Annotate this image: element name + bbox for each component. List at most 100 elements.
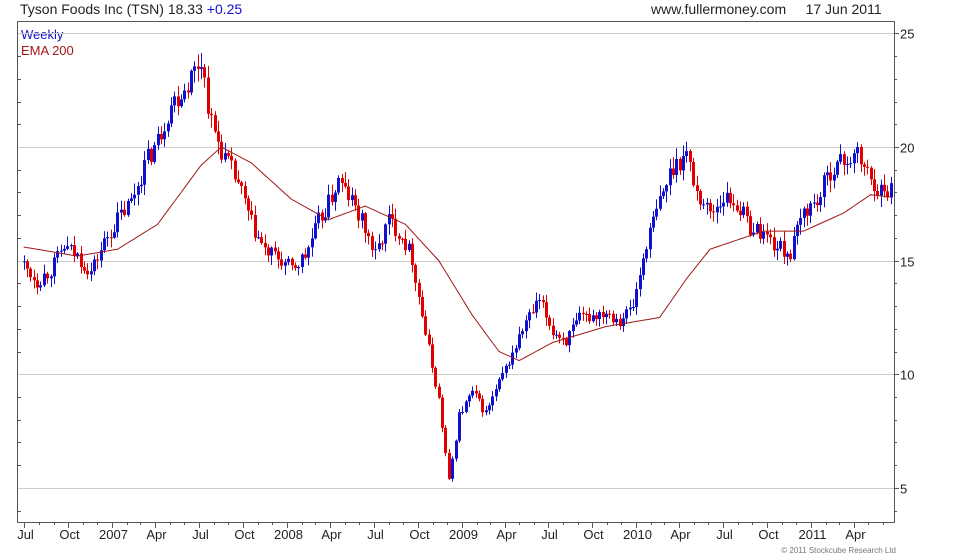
price-bar-body: [23, 261, 26, 263]
price-bar-body: [434, 367, 437, 387]
price-bar-body: [203, 67, 206, 78]
price-bar-body: [304, 254, 307, 258]
x-tick-label: Jul: [192, 527, 209, 542]
price-bar-body: [649, 227, 652, 250]
price-bar-body: [749, 216, 752, 235]
price-bar-body: [829, 172, 832, 181]
price-bar-body: [180, 99, 183, 107]
price-bar-body: [284, 262, 287, 266]
x-tick-label: Apr: [146, 527, 167, 542]
price-bar-body: [532, 312, 535, 314]
price-bar-body: [384, 224, 387, 244]
price-bar-body: [739, 210, 742, 216]
y-tick-label: 15: [900, 255, 914, 270]
price-bar-body: [183, 90, 186, 100]
price-bar-body: [860, 146, 863, 165]
price-bar-body: [374, 249, 377, 251]
price-bar-body: [602, 312, 605, 318]
price-bar-body: [234, 160, 237, 180]
price-bar-body: [361, 213, 364, 221]
price-bar-body: [863, 164, 866, 167]
price-bar-body: [43, 273, 46, 286]
price-bar-body: [147, 148, 150, 161]
price-bar-body: [685, 151, 688, 157]
price-bar-body: [257, 237, 260, 239]
price-bar-body: [836, 161, 839, 175]
price-bar-body: [729, 192, 732, 204]
price-bar-body: [726, 192, 729, 203]
y-axis: 5 10 15 20 25: [18, 27, 914, 512]
price-bar-body: [33, 277, 36, 281]
price-bar-body: [475, 390, 478, 394]
price-bar-body: [287, 258, 290, 263]
price-bar-body: [588, 313, 591, 322]
y-tick-label: 20: [900, 141, 914, 156]
x-tick-label: Apr: [670, 527, 691, 542]
price-bar-body: [190, 70, 193, 93]
price-bar-body: [267, 247, 270, 256]
price-bar-body: [635, 289, 638, 308]
price-bar-body: [548, 317, 551, 326]
price-bar-body: [448, 452, 451, 479]
price-bar-body: [625, 309, 628, 319]
price-bar-body: [244, 185, 247, 199]
price-bar-body: [53, 257, 56, 277]
price-bar-body: [371, 236, 374, 250]
price-bar-body: [508, 364, 511, 366]
price-bar-body: [843, 154, 846, 165]
price-bar-body: [438, 386, 441, 398]
price-bar-body: [421, 296, 424, 317]
x-tick-label: Apr: [321, 527, 342, 542]
price-bar-body: [773, 237, 776, 251]
price-bar-body: [783, 240, 786, 257]
price-bar-body: [716, 206, 719, 213]
price-bar-body: [73, 245, 76, 256]
price-bar-body: [481, 398, 484, 413]
x-tick-label: 2010: [623, 527, 652, 542]
price-bar-body: [110, 237, 113, 239]
price-bar-body: [719, 206, 722, 208]
x-tick-label: Oct: [59, 527, 80, 542]
price-bar-body: [411, 243, 414, 266]
price-bar-body: [595, 315, 598, 320]
price-bar-body: [177, 96, 180, 107]
price-bar-body: [116, 212, 119, 233]
grid-lines: [18, 33, 894, 489]
price-bar-body: [665, 185, 668, 192]
price-bar-body: [826, 172, 829, 176]
x-tick-label: Jul: [367, 527, 384, 542]
price-bar-body: [662, 191, 665, 197]
price-bar-body: [394, 218, 397, 236]
price-bar-body: [347, 186, 350, 201]
price-bar-body: [839, 154, 842, 162]
price-bar-body: [331, 194, 334, 202]
price-bar-body: [672, 168, 675, 176]
price-bar-body: [679, 158, 682, 171]
price-bar-body: [307, 247, 310, 258]
price-bar-body: [709, 202, 712, 212]
price-bar-body: [297, 266, 300, 269]
price-bar-body: [582, 312, 585, 314]
price-bar-body: [659, 196, 662, 209]
price-bar-body: [692, 161, 695, 186]
price-bar-body: [280, 259, 283, 266]
price-bar-body: [404, 238, 407, 251]
price-bar-body: [605, 313, 608, 318]
price-bar-body: [197, 66, 200, 69]
price-bar-body: [736, 205, 739, 211]
price-bar-body: [779, 240, 782, 249]
price-bar-body: [187, 90, 190, 93]
price-bar-body: [444, 427, 447, 453]
price-bar-body: [351, 195, 354, 201]
x-tick-label: Jul: [716, 527, 733, 542]
price-bar-body: [120, 209, 123, 213]
price-bar-body: [193, 66, 196, 71]
price-bar-body: [558, 334, 561, 338]
price-bar-body: [495, 389, 498, 397]
price-bars: [23, 52, 893, 482]
x-tick-label: Oct: [234, 527, 255, 542]
price-bar-body: [458, 412, 461, 441]
price-bar-body: [26, 261, 29, 269]
price-bar-body: [207, 77, 210, 114]
price-bar-body: [160, 133, 163, 140]
